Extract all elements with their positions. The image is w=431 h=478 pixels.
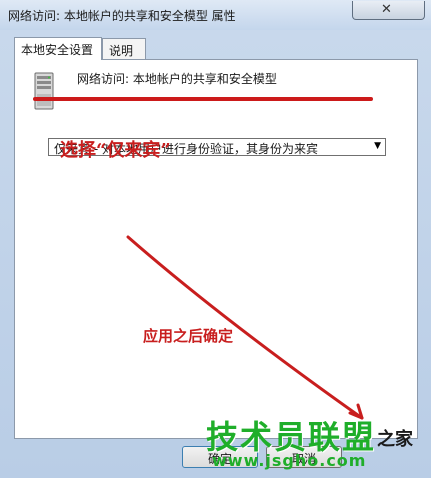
tab-local-security-setting[interactable]: 本地安全设置 (14, 37, 102, 60)
watermark-url: www.jsgho.com (212, 451, 367, 470)
tab-explain[interactable]: 说明 (102, 38, 146, 59)
watermark-suffix: 之家 (377, 429, 413, 450)
chevron-down-icon: ▼ (374, 141, 381, 151)
annotation-select-hint: 选择“仅来宾” (60, 140, 171, 161)
server-icon (34, 72, 54, 110)
annotation-underline (33, 97, 373, 101)
close-button[interactable]: ✕ (352, 1, 425, 20)
policy-name: 网络访问: 本地帐户的共享和安全模型 (77, 72, 277, 86)
close-icon: ✕ (381, 2, 392, 17)
tab-panel: 网络访问: 本地帐户的共享和安全模型 仅来宾 - 对本地用户进行身份验证，其身份… (14, 59, 418, 439)
title-bar[interactable]: 网络访问: 本地帐户的共享和安全模型 属性 ✕ (0, 0, 431, 30)
annotation-confirm-hint: 应用之后确定 (143, 327, 234, 345)
properties-dialog: 网络访问: 本地帐户的共享和安全模型 属性 ✕ 本地安全设置 说明 网络访问: … (0, 0, 431, 478)
window-title: 网络访问: 本地帐户的共享和安全模型 属性 (8, 9, 236, 23)
